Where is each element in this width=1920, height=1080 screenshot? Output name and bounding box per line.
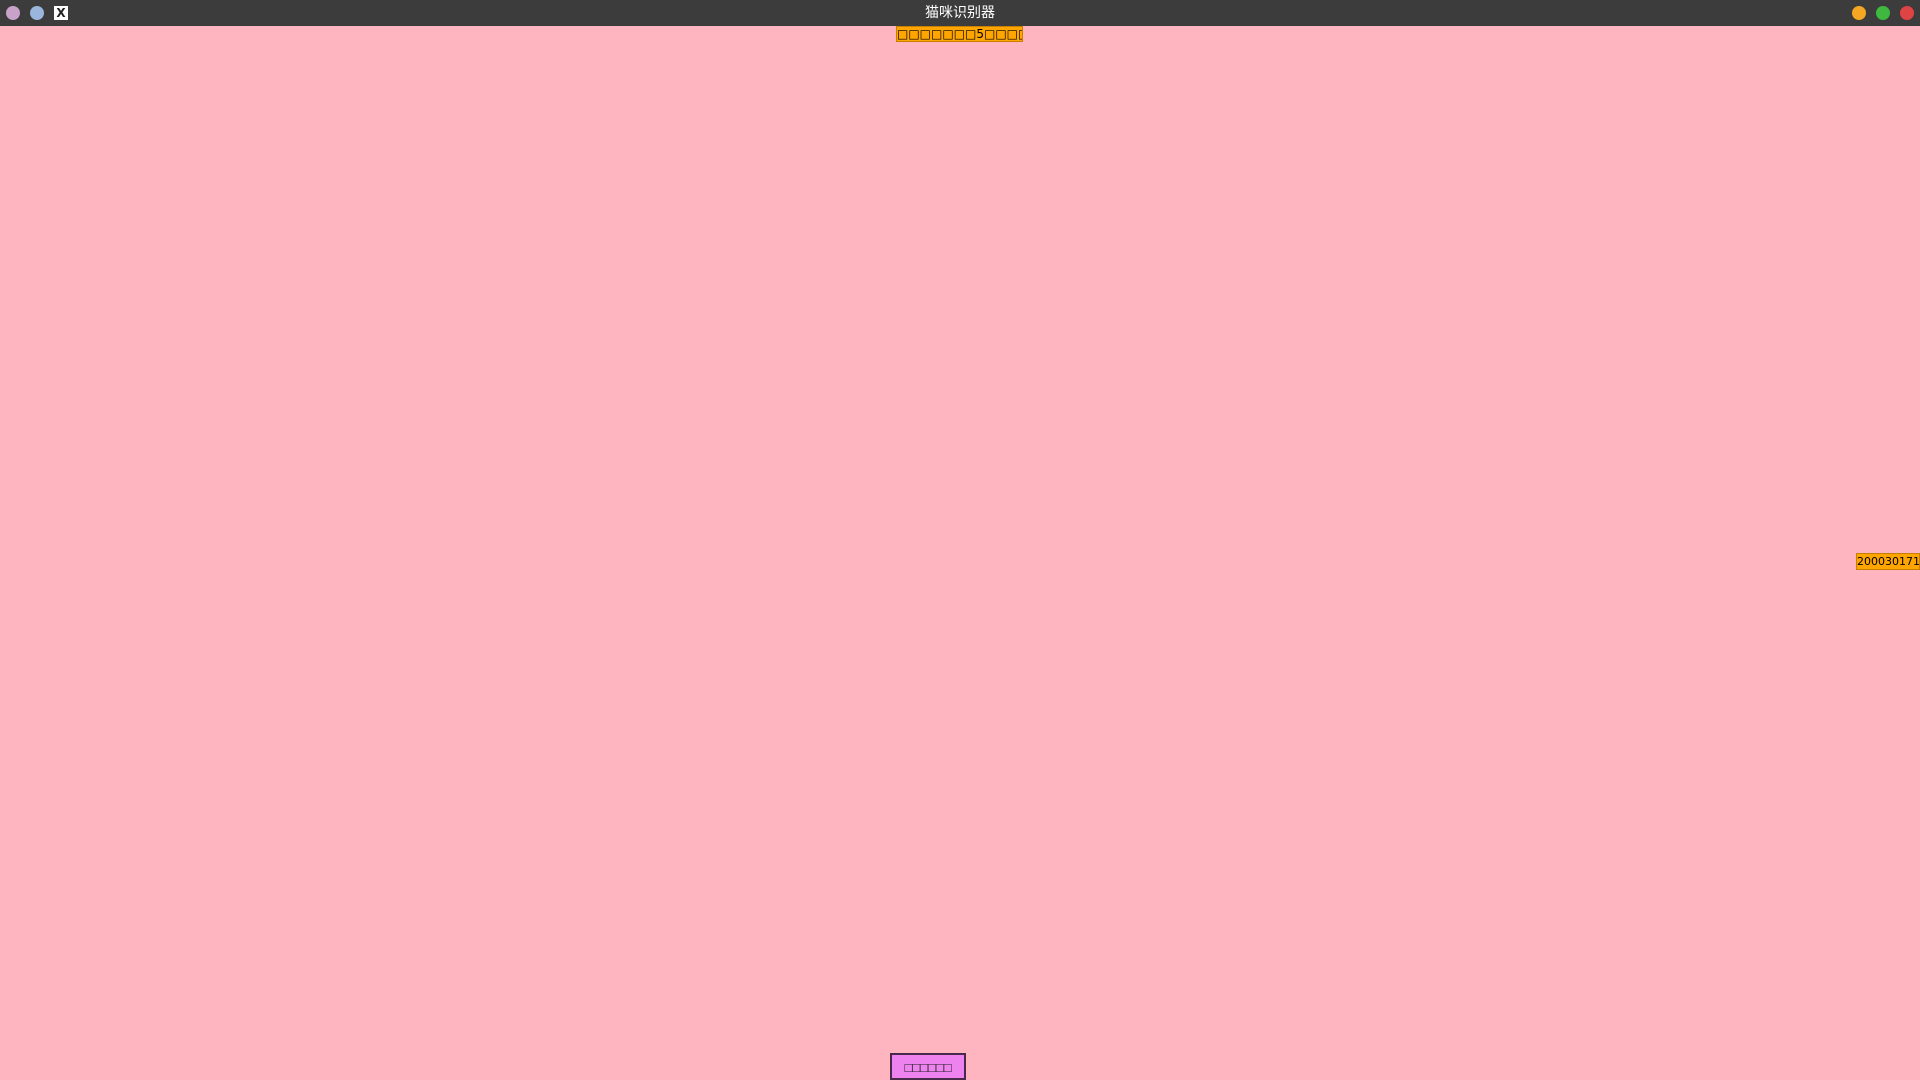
window-title: 猫咪识别器 (925, 5, 995, 21)
close-icon[interactable] (1900, 6, 1914, 20)
minimize-icon[interactable] (1852, 6, 1866, 20)
maximize-icon[interactable] (1876, 6, 1890, 20)
window-titlebar: X 猫咪识别器 (0, 0, 1920, 26)
side-value-label: 2000301712 (1856, 553, 1920, 570)
top-banner-label: □□□□□□□5□□□□□□□□! (896, 26, 1023, 42)
titlebar-right-controls (1852, 0, 1914, 26)
bottom-action-button[interactable]: □□□□□□ (890, 1053, 966, 1080)
